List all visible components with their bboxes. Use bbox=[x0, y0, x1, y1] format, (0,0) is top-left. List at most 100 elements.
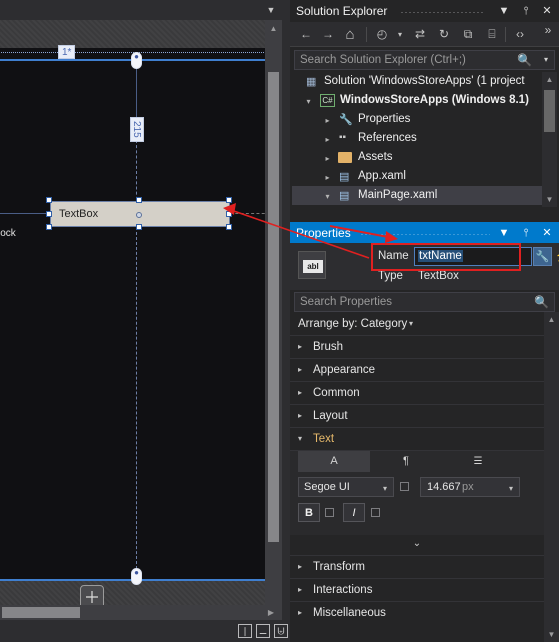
close-icon[interactable]: ✕ bbox=[539, 225, 555, 241]
properties-titlebar[interactable]: Properties ▼ ⫯ ✕ bbox=[290, 222, 559, 243]
chevron-right-icon[interactable]: ▸ bbox=[298, 411, 308, 421]
show-all-files-icon[interactable]: ⌸ bbox=[482, 25, 502, 44]
pin-icon[interactable]: ⫯ bbox=[518, 225, 534, 241]
scroll-right-arrow-icon[interactable]: ▶ bbox=[264, 605, 278, 620]
selection-handle-nw[interactable] bbox=[46, 197, 52, 203]
chevron-right-icon[interactable]: ▸ bbox=[322, 134, 333, 145]
text-section-panel[interactable]: A ¶ ☰ Segoe UI ▾ 14.667 px ▾ B I bbox=[290, 450, 544, 535]
se-vscroll-thumb[interactable] bbox=[544, 90, 555, 132]
tree-item-properties[interactable]: ▸ 🔧 Properties bbox=[292, 110, 542, 129]
lightning-bolt-icon[interactable]: ⚡ bbox=[554, 247, 559, 266]
search-input[interactable]: Search Solution Explorer (Ctrl+;) bbox=[300, 54, 466, 66]
designer-canvas[interactable]: 1* 215 ● ● TextBox extBlock bbox=[0, 20, 265, 618]
category-transform[interactable]: ▸ Transform bbox=[290, 555, 544, 578]
character-tab[interactable]: A bbox=[298, 451, 370, 472]
properties-search[interactable]: Search Properties 🔍 bbox=[294, 292, 555, 312]
selection-handle-ne[interactable] bbox=[226, 197, 232, 203]
close-icon[interactable]: ✕ bbox=[539, 3, 555, 19]
font-family-advanced-button[interactable] bbox=[400, 482, 409, 491]
back-icon[interactable]: ← bbox=[296, 25, 316, 44]
forward-icon[interactable]: → bbox=[318, 25, 338, 44]
chevron-down-icon[interactable]: ▾ bbox=[322, 191, 333, 202]
chevron-down-icon[interactable]: ▼ bbox=[264, 4, 278, 16]
category-brush[interactable]: ▸ Brush bbox=[290, 335, 544, 358]
view-collapse-pane-icon[interactable]: ⚊ bbox=[256, 624, 270, 638]
scroll-down-arrow-icon[interactable]: ▼ bbox=[544, 627, 559, 642]
anchor-pin-bottom[interactable]: ● bbox=[131, 568, 142, 585]
designer-horizontal-scrollbar[interactable]: ▶ bbox=[0, 605, 282, 620]
category-interactions[interactable]: ▸ Interactions bbox=[290, 578, 544, 601]
chevron-down-icon[interactable]: ▾ bbox=[509, 484, 513, 493]
search-input[interactable]: Search Properties bbox=[300, 296, 392, 308]
chevron-right-icon[interactable]: ▸ bbox=[298, 365, 308, 375]
view-design-xaml-swap-icon[interactable]: ⨄ bbox=[274, 624, 288, 638]
chevron-right-icon[interactable]: ▸ bbox=[298, 342, 308, 352]
font-family-select[interactable]: Segoe UI ▾ bbox=[298, 477, 394, 497]
sync-with-active-document-icon[interactable]: ⇄ bbox=[410, 25, 430, 44]
collapse-all-icon[interactable]: ⧉ bbox=[458, 25, 478, 44]
solution-explorer-tree[interactable]: ▦ Solution 'WindowsStoreApps' (1 project… bbox=[292, 72, 542, 207]
properties-window[interactable]: Properties ▼ ⫯ ✕ abl Name txtName 🔧 ⚡ Ty… bbox=[290, 222, 559, 642]
designer-vscroll-thumb[interactable] bbox=[268, 72, 279, 542]
pin-icon[interactable]: ⫯ bbox=[518, 3, 534, 19]
italic-advanced-button[interactable] bbox=[371, 508, 380, 517]
italic-button[interactable]: I bbox=[343, 503, 365, 522]
scroll-down-arrow-icon[interactable]: ▼ bbox=[542, 192, 557, 207]
arrange-by-control[interactable]: Arrange by: Category ▾ bbox=[290, 315, 544, 335]
selection-handle-w[interactable] bbox=[46, 211, 52, 217]
solution-explorer-search[interactable]: Search Solution Explorer (Ctrl+;) 🔍 ▾ bbox=[294, 50, 555, 70]
solution-explorer-scrollbar[interactable]: ▲ ▼ bbox=[542, 72, 557, 207]
tree-item-solution[interactable]: ▦ Solution 'WindowsStoreApps' (1 project bbox=[292, 72, 542, 91]
solution-explorer-toolbar[interactable]: ← → ⌂ ◴ ▾ ⇄ ↻ ⧉ ⌸ ‹› » bbox=[290, 22, 559, 47]
anchor-pin-top[interactable]: ● bbox=[131, 52, 142, 69]
window-dropdown-icon[interactable]: ▼ bbox=[496, 3, 512, 19]
selection-handle-n[interactable] bbox=[136, 197, 142, 203]
xaml-designer-pane[interactable]: ▼ 1* 215 ● ● TextBox ock ▲ ▶ ❘ ⚊ ⨄ bbox=[0, 0, 290, 642]
chevron-right-icon[interactable]: ▸ bbox=[298, 585, 308, 595]
chevron-right-icon[interactable]: ▸ bbox=[322, 115, 333, 126]
category-layout[interactable]: ▸ Layout bbox=[290, 404, 544, 427]
bold-button[interactable]: B bbox=[298, 503, 320, 522]
chevron-right-icon[interactable]: ▸ bbox=[298, 608, 308, 618]
selection-handle-se[interactable] bbox=[226, 224, 232, 230]
tree-item-assets[interactable]: ▸ Assets bbox=[292, 148, 542, 167]
list-indent-tab[interactable]: ☰ bbox=[442, 451, 514, 472]
tree-item-app-xaml[interactable]: ▸ ▤ App.xaml bbox=[292, 167, 542, 186]
chevron-down-icon[interactable]: ▾ bbox=[383, 484, 387, 493]
textbox-center-handle[interactable] bbox=[136, 212, 142, 218]
designer-hscroll-thumb[interactable] bbox=[2, 607, 80, 618]
font-size-select[interactable]: 14.667 px ▾ bbox=[420, 477, 520, 497]
name-input[interactable]: txtName bbox=[414, 247, 532, 266]
bold-advanced-button[interactable] bbox=[325, 508, 334, 517]
category-text[interactable]: ▾ Text bbox=[290, 427, 544, 450]
solution-explorer-titlebar[interactable]: Solution Explorer ▼ ⫯ ✕ bbox=[290, 0, 559, 22]
chevron-right-icon[interactable]: ▸ bbox=[298, 388, 308, 398]
paragraph-tab[interactable]: ¶ bbox=[370, 451, 442, 472]
wrench-icon[interactable]: 🔧 bbox=[533, 247, 552, 266]
scroll-up-arrow-icon[interactable]: ▲ bbox=[544, 312, 559, 327]
chevron-right-icon[interactable]: ▸ bbox=[298, 562, 308, 572]
designer-vertical-scrollbar[interactable]: ▲ ▼ bbox=[265, 20, 282, 618]
category-common[interactable]: ▸ Common bbox=[290, 381, 544, 404]
search-dropdown-icon[interactable]: ▾ bbox=[544, 55, 548, 64]
search-icon[interactable]: 🔍 bbox=[534, 295, 549, 309]
filter-dropdown-icon[interactable]: ▾ bbox=[390, 25, 410, 44]
selection-handle-sw[interactable] bbox=[46, 224, 52, 230]
scroll-up-arrow-icon[interactable]: ▲ bbox=[542, 72, 557, 87]
category-miscellaneous[interactable]: ▸ Miscellaneous bbox=[290, 601, 544, 624]
tree-item-references[interactable]: ▸ ▪▪ References bbox=[292, 129, 542, 148]
chevron-down-icon[interactable]: ▾ bbox=[303, 96, 314, 107]
selection-handle-e[interactable] bbox=[226, 211, 232, 217]
tree-item-project[interactable]: ▾ C# WindowsStoreApps (Windows 8.1) bbox=[292, 91, 542, 110]
chevron-down-icon[interactable]: ▾ bbox=[409, 319, 413, 328]
scroll-up-arrow-icon[interactable]: ▲ bbox=[265, 20, 282, 37]
view-split-vertical-icon[interactable]: ❘ bbox=[238, 624, 252, 638]
category-appearance[interactable]: ▸ Appearance bbox=[290, 358, 544, 381]
window-dropdown-icon[interactable]: ▼ bbox=[496, 225, 512, 241]
app-page-surface[interactable]: 1* 215 ● ● TextBox extBlock bbox=[0, 20, 265, 618]
view-code-icon[interactable]: ‹› bbox=[510, 25, 530, 44]
toolbar-overflow-icon[interactable]: » bbox=[538, 21, 558, 40]
pending-changes-filter-icon[interactable]: ◴ bbox=[372, 25, 392, 44]
refresh-icon[interactable]: ↻ bbox=[434, 25, 454, 44]
text-section-expander[interactable]: ⌄ bbox=[290, 535, 544, 553]
